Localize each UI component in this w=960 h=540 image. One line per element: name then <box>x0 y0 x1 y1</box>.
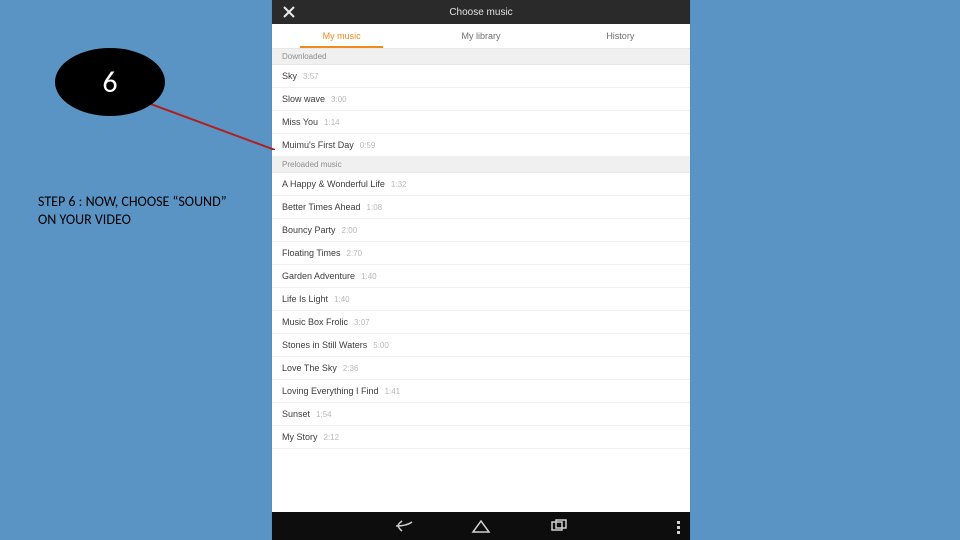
step-number: 6 <box>102 64 117 101</box>
song-duration: 2:00 <box>342 226 358 235</box>
list-item[interactable]: Muimu's First Day 0:59 <box>272 134 690 157</box>
app-title: Choose music <box>449 7 512 18</box>
song-duration: 5:00 <box>373 341 389 350</box>
song-duration: 1:08 <box>367 203 383 212</box>
song-title: Loving Everything I Find <box>282 386 379 396</box>
tab-history[interactable]: History <box>551 24 690 48</box>
music-list: Downloaded Sky 3:57 Slow wave 3:00 Miss Yo… <box>272 49 690 512</box>
song-title: Sunset <box>282 409 310 419</box>
list-item[interactable]: Better Times Ahead 1:08 <box>272 196 690 219</box>
list-item[interactable]: Loving Everything I Find 1:41 <box>272 380 690 403</box>
step-caption: STEP 6 : NOW, CHOOSE “SOUND” ON YOUR VID… <box>38 193 248 228</box>
song-title: Miss You <box>282 117 318 127</box>
list-item[interactable]: Sky 3:57 <box>272 65 690 88</box>
song-title: Life Is Light <box>282 294 328 304</box>
song-duration: 2:70 <box>347 249 363 258</box>
song-duration: 3:07 <box>354 318 370 327</box>
song-title: Garden Adventure <box>282 271 355 281</box>
song-title: Love The Sky <box>282 363 337 373</box>
song-duration: 3:00 <box>331 95 347 104</box>
tab-bar: My music My library History <box>272 24 690 49</box>
list-item[interactable]: Stones in Still Waters 5:00 <box>272 334 690 357</box>
list-item[interactable]: Life Is Light 1:40 <box>272 288 690 311</box>
tab-label: History <box>606 31 634 41</box>
song-title: Bouncy Party <box>282 225 336 235</box>
song-title: Floating Times <box>282 248 341 258</box>
list-item[interactable]: Slow wave 3:00 <box>272 88 690 111</box>
tab-my-music[interactable]: My music <box>272 24 411 48</box>
phone-screenshot: Choose music My music My library History… <box>272 0 690 540</box>
song-duration: 1:14 <box>324 118 340 127</box>
song-duration: 0:59 <box>360 141 376 150</box>
tab-label: My library <box>461 31 500 41</box>
song-title: A Happy & Wonderful Life <box>282 179 385 189</box>
song-title: Sky <box>282 71 297 81</box>
song-duration: 1:40 <box>361 272 377 281</box>
song-duration: 2:12 <box>324 433 340 442</box>
list-item[interactable]: Music Box Frolic 3:07 <box>272 311 690 334</box>
song-title: Music Box Frolic <box>282 317 348 327</box>
song-title: Slow wave <box>282 94 325 104</box>
section-header-downloaded: Downloaded <box>272 49 690 65</box>
song-title: My Story <box>282 432 318 442</box>
song-duration: 3:57 <box>303 72 319 81</box>
list-item[interactable]: Sunset 1:54 <box>272 403 690 426</box>
close-icon[interactable] <box>280 3 298 21</box>
list-item[interactable]: A Happy & Wonderful Life 1:32 <box>272 173 690 196</box>
list-item[interactable]: Love The Sky 2:36 <box>272 357 690 380</box>
list-item[interactable]: Garden Adventure 1:40 <box>272 265 690 288</box>
home-icon[interactable] <box>470 518 492 534</box>
song-duration: 1:54 <box>316 410 332 419</box>
android-navbar <box>272 512 690 540</box>
list-item[interactable]: Floating Times 2:70 <box>272 242 690 265</box>
step-number-badge: 6 <box>55 48 165 116</box>
song-duration: 1:41 <box>385 387 401 396</box>
section-header-preloaded: Preloaded music <box>272 157 690 173</box>
tab-label: My music <box>323 31 361 41</box>
tutorial-slide: 6 STEP 6 : NOW, CHOOSE “SOUND” ON YOUR V… <box>0 0 960 540</box>
back-icon[interactable] <box>392 518 414 534</box>
overflow-icon[interactable] <box>677 521 680 534</box>
tab-my-library[interactable]: My library <box>411 24 550 48</box>
song-title: Muimu's First Day <box>282 140 354 150</box>
song-duration: 1:40 <box>334 295 350 304</box>
list-item[interactable]: Bouncy Party 2:00 <box>272 219 690 242</box>
song-title: Stones in Still Waters <box>282 340 367 350</box>
song-title: Better Times Ahead <box>282 202 361 212</box>
song-duration: 1:32 <box>391 180 407 189</box>
recents-icon[interactable] <box>548 518 570 534</box>
song-duration: 2:36 <box>343 364 359 373</box>
app-titlebar: Choose music <box>272 0 690 24</box>
list-item[interactable]: Miss You 1:14 <box>272 111 690 134</box>
connector-line <box>140 100 275 150</box>
list-item[interactable]: My Story 2:12 <box>272 426 690 449</box>
